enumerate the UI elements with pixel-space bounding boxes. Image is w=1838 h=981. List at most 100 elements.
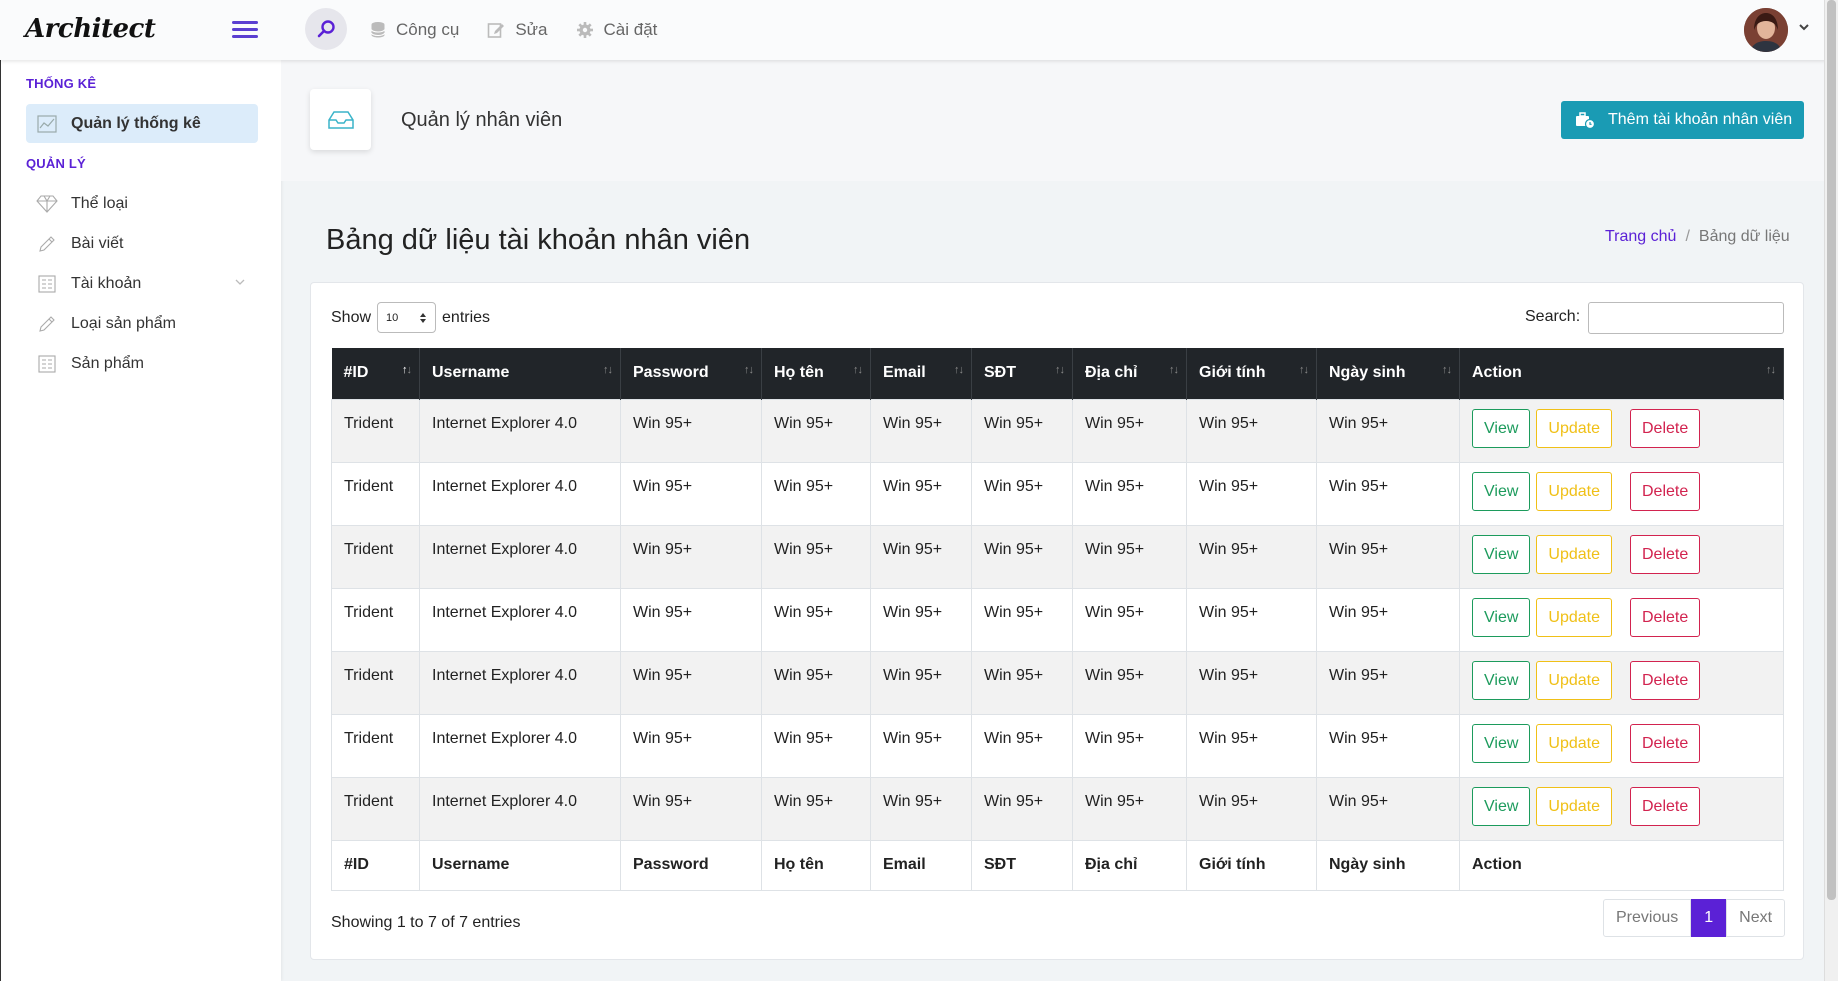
sidebar-item-categories-label: Thể loại	[71, 194, 128, 212]
delete-button[interactable]: Delete	[1629, 471, 1701, 511]
pagination: Previous 1 Next	[1603, 899, 1786, 937]
delete-button[interactable]: Delete	[1629, 660, 1701, 700]
table-cell: Win 95+	[761, 713, 871, 778]
update-button[interactable]: Update	[1536, 786, 1612, 826]
column-header[interactable]: Địa chỉ ↑↓	[1072, 348, 1187, 399]
pencil-icon	[36, 313, 58, 335]
column-footer: Email	[870, 839, 972, 891]
table-row: Trident Internet Explorer 4.0 Win 95+ Win 9…	[331, 398, 1784, 463]
delete-button[interactable]: Delete	[1629, 597, 1701, 637]
update-button[interactable]: Update	[1536, 471, 1612, 511]
view-button[interactable]: View	[1472, 471, 1531, 511]
sidebar-item-accounts[interactable]: Tài khoản	[26, 264, 258, 303]
table-cell: Internet Explorer 4.0	[419, 713, 621, 778]
sidebar-item-products[interactable]: Sản phẩm	[26, 344, 258, 383]
table-cell: Win 95+	[870, 587, 972, 652]
update-button[interactable]: Update	[1536, 408, 1612, 448]
update-button[interactable]: Update	[1536, 723, 1612, 763]
pagination-previous[interactable]: Previous	[1603, 899, 1692, 937]
breadcrumb-home-link[interactable]: Trang chủ	[1605, 228, 1676, 245]
view-button[interactable]: View	[1472, 723, 1531, 763]
avatar[interactable]	[1744, 8, 1788, 52]
column-header[interactable]: Action ↑↓	[1459, 348, 1784, 399]
table-cell: Win 95+	[1316, 587, 1460, 652]
column-header[interactable]: Username ↑↓	[419, 348, 621, 399]
delete-button[interactable]: Delete	[1629, 408, 1701, 448]
view-button[interactable]: View	[1472, 597, 1531, 637]
business-time-icon	[1576, 112, 1595, 129]
menu-toggle-icon[interactable]	[232, 19, 258, 39]
topnav-edit[interactable]: Sửa	[487, 20, 548, 40]
table-cell: Win 95+	[620, 587, 762, 652]
pagination-page-1[interactable]: 1	[1691, 899, 1727, 937]
table-cell: Trident	[331, 713, 420, 778]
column-header-label: Email	[883, 364, 926, 382]
table-cell: Win 95+	[761, 524, 871, 589]
topnav-edit-label: Sửa	[515, 20, 548, 39]
table-cell: Win 95+	[971, 587, 1073, 652]
delete-button[interactable]: Delete	[1629, 534, 1701, 574]
app-header: Architect Công cụ Sửa Cài đặt	[0, 0, 1838, 60]
table-cell: Win 95+	[1186, 524, 1317, 589]
delete-button[interactable]: Delete	[1629, 723, 1701, 763]
table-cell: Win 95+	[620, 524, 762, 589]
action-cell: View Update Delete	[1459, 461, 1784, 526]
table-cell: Win 95+	[971, 524, 1073, 589]
sidebar-item-stats-label: Quản lý thống kê	[71, 114, 201, 132]
update-button[interactable]: Update	[1536, 660, 1612, 700]
table-cell: Trident	[331, 650, 420, 715]
action-cell: View Update Delete	[1459, 587, 1784, 652]
page-scrollbar[interactable]	[1824, 0, 1838, 981]
topnav-tools-label: Công cụ	[396, 20, 460, 39]
diamond-icon	[36, 193, 58, 215]
view-button[interactable]: View	[1472, 534, 1531, 574]
sort-icon: ↑↓	[402, 364, 412, 376]
column-header[interactable]: Password ↑↓	[620, 348, 762, 399]
pencil-icon	[36, 233, 58, 255]
delete-button[interactable]: Delete	[1629, 786, 1701, 826]
column-footer: Ngày sinh	[1316, 839, 1460, 891]
show-entries-control: Show 10 entries	[331, 302, 490, 333]
topnav-settings-label: Cài đặt	[603, 20, 658, 39]
sidebar-item-categories[interactable]: Thể loại	[26, 184, 258, 223]
pagination-next[interactable]: Next	[1726, 899, 1786, 937]
sidebar-item-stats[interactable]: Quản lý thống kê	[26, 104, 258, 143]
table-cell: Win 95+	[1186, 713, 1317, 778]
sidebar-item-product-types[interactable]: Loại sản phẩm	[26, 304, 258, 343]
add-employee-account-button[interactable]: Thêm tài khoản nhân viên	[1561, 101, 1804, 139]
view-button[interactable]: View	[1472, 660, 1531, 700]
column-header[interactable]: Họ tên ↑↓	[761, 348, 871, 399]
topnav-settings[interactable]: Cài đặt	[576, 20, 658, 40]
action-cell: View Update Delete	[1459, 650, 1784, 715]
column-header-label: Password	[633, 364, 709, 382]
table-cell: Win 95+	[1072, 650, 1187, 715]
sidebar-item-posts[interactable]: Bài viết	[26, 224, 258, 263]
action-cell: View Update Delete	[1459, 524, 1784, 589]
entries-label: entries	[442, 308, 491, 326]
topnav-tools[interactable]: Công cụ	[370, 20, 459, 40]
chevron-down-icon[interactable]	[1798, 22, 1810, 32]
table-cell: Win 95+	[1186, 650, 1317, 715]
table-cell: Win 95+	[1072, 524, 1187, 589]
table-cell: Internet Explorer 4.0	[419, 398, 621, 463]
column-header[interactable]: Giới tính ↑↓	[1186, 348, 1317, 399]
column-header[interactable]: SĐT ↑↓	[971, 348, 1073, 399]
column-header[interactable]: #ID ↑↓	[331, 348, 420, 399]
table-search-input[interactable]	[1588, 302, 1784, 334]
entries-select[interactable]: 10	[377, 302, 437, 333]
view-button[interactable]: View	[1472, 786, 1531, 826]
update-button[interactable]: Update	[1536, 534, 1612, 574]
column-header[interactable]: Ngày sinh ↑↓	[1316, 348, 1460, 399]
search-icon	[317, 20, 335, 38]
table-cell: Win 95+	[870, 650, 972, 715]
update-button[interactable]: Update	[1536, 597, 1612, 637]
table-search-label: Search:	[1525, 308, 1581, 325]
app-logo: Architect	[25, 14, 156, 44]
table-cell: Win 95+	[1186, 398, 1317, 463]
breadcrumb-current: Bảng dữ liệu	[1698, 228, 1790, 245]
column-header[interactable]: Email ↑↓	[870, 348, 972, 399]
search-button[interactable]	[305, 8, 347, 50]
table-cell: Internet Explorer 4.0	[419, 461, 621, 526]
table-cell: Win 95+	[1072, 398, 1187, 463]
view-button[interactable]: View	[1472, 408, 1531, 448]
